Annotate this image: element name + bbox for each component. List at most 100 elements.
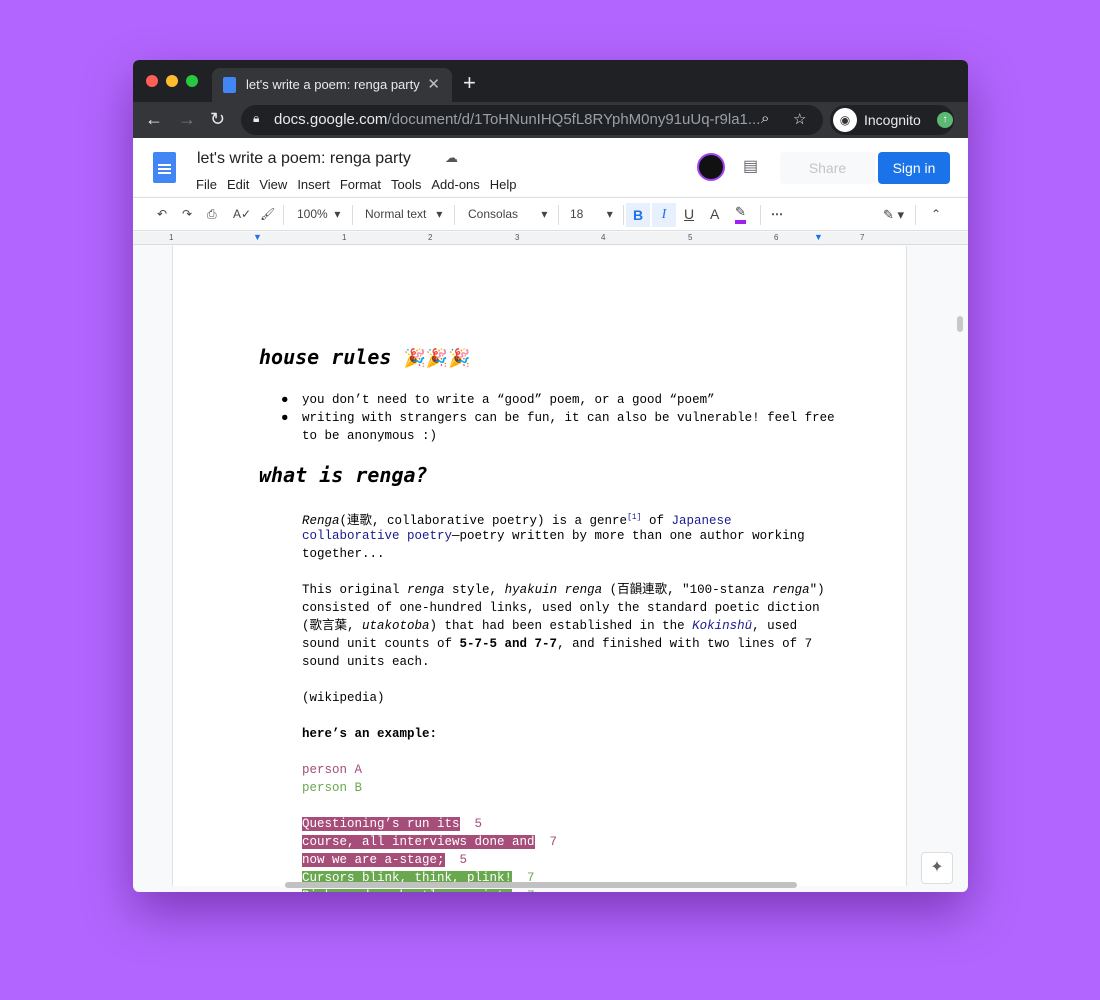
print-icon[interactable]: ⎙ bbox=[207, 207, 217, 222]
user-avatar[interactable] bbox=[697, 153, 725, 181]
ruler-label: 7 bbox=[860, 233, 865, 242]
text-run: —poetry written by more than one author … bbox=[452, 529, 805, 543]
horizontal-scrollbar[interactable] bbox=[285, 882, 797, 888]
ruler-label: 5 bbox=[688, 233, 693, 242]
vertical-scrollbar[interactable] bbox=[957, 316, 963, 332]
explore-button[interactable]: ✦ bbox=[921, 852, 953, 884]
text-line: This original renga style, hyakuin renga… bbox=[302, 581, 825, 599]
ruler-label: 2 bbox=[428, 233, 433, 242]
url-path: /document/d/1ToHNunIHQ5fL8RYphM0ny91uUq-… bbox=[387, 111, 761, 128]
redo-icon[interactable]: ↷ bbox=[182, 207, 192, 221]
menu-add-ons[interactable]: Add-ons bbox=[431, 177, 479, 192]
document-page[interactable]: house rules 🎉🎉🎉 what is renga? ● you don’… bbox=[172, 246, 907, 892]
text-line: here’s an example: bbox=[302, 725, 437, 743]
text-run: , and finished with two lines of 7 bbox=[557, 637, 813, 651]
text-line: person B bbox=[302, 779, 362, 797]
bullet-icon: ● bbox=[281, 411, 289, 425]
party-popper-emoji: 🎉🎉🎉 bbox=[403, 348, 471, 369]
right-indent-marker[interactable]: ▼ bbox=[814, 232, 823, 242]
link[interactable]: Kokinshū bbox=[692, 619, 752, 633]
incognito-badge[interactable]: ◉ Incognito bbox=[830, 105, 954, 135]
collapse-toolbar-icon[interactable]: ⌃ bbox=[931, 207, 941, 221]
forward-icon[interactable]: → bbox=[178, 109, 196, 130]
address-bar-row: ← → ↻ 🔒︎ docs.google.com/document/d/1ToH… bbox=[133, 102, 968, 138]
font-select[interactable]: Consolas ▾ bbox=[468, 207, 547, 221]
menu-insert[interactable]: Insert bbox=[297, 177, 330, 192]
menu-tools[interactable]: Tools bbox=[391, 177, 421, 192]
text-run: ") bbox=[809, 583, 825, 597]
text-run: Pink, and a ghostly remaint. bbox=[302, 889, 513, 892]
text-color-button[interactable]: A bbox=[710, 206, 719, 222]
docs-header: let's write a poem: renga party ☁ File Ed… bbox=[133, 138, 968, 196]
close-window-button[interactable] bbox=[146, 75, 158, 87]
menu-edit[interactable]: Edit bbox=[227, 177, 249, 192]
text-run: person B bbox=[302, 781, 363, 795]
undo-icon[interactable]: ↶ bbox=[157, 207, 167, 221]
text-run[interactable]: [1] bbox=[627, 513, 641, 522]
ruler[interactable]: ▼ ▼ 1 1 2 3 4 5 6 7 bbox=[133, 232, 968, 245]
docs-logo-icon[interactable] bbox=[153, 152, 176, 183]
italic-button[interactable]: I bbox=[652, 203, 676, 227]
underline-button[interactable]: U bbox=[684, 206, 694, 222]
text-run: 7 bbox=[512, 889, 535, 892]
text-run: 7 bbox=[534, 835, 558, 849]
zoom-search-icon[interactable]: ⌕ bbox=[761, 110, 769, 127]
left-indent-marker[interactable]: ▼ bbox=[253, 232, 262, 242]
text-run: sound units each. bbox=[302, 655, 430, 669]
menu-view[interactable]: View bbox=[259, 177, 287, 192]
text-line: together... bbox=[302, 545, 385, 563]
text-run: (wikipedia) bbox=[302, 691, 385, 705]
close-tab-icon[interactable]: ✕ bbox=[427, 75, 440, 93]
more-options-icon[interactable]: ⋯ bbox=[771, 207, 783, 221]
back-icon[interactable]: ← bbox=[145, 109, 163, 130]
link[interactable]: collaborative poetry bbox=[302, 529, 452, 543]
text-line: now we are a-stage; 5 bbox=[302, 851, 467, 869]
sign-in-button[interactable]: Sign in bbox=[878, 152, 950, 184]
share-button[interactable]: Share bbox=[780, 152, 875, 184]
style-select[interactable]: Normal text ▾ bbox=[365, 207, 442, 221]
incognito-icon: ◉ bbox=[833, 108, 857, 132]
bookmark-star-icon[interactable]: ☆ bbox=[793, 110, 806, 128]
menu-file[interactable]: File bbox=[196, 177, 217, 192]
zoom-select[interactable]: 100% ▾ bbox=[297, 207, 340, 221]
new-tab-button[interactable]: + bbox=[463, 70, 476, 96]
text-run: utakotoba bbox=[362, 619, 430, 633]
minimize-window-button[interactable] bbox=[166, 75, 178, 87]
url-host: docs.google.com bbox=[274, 111, 388, 128]
paint-format-icon[interactable]: 🖌︎ bbox=[260, 207, 275, 221]
bullet-item: to be anonymous :) bbox=[302, 429, 438, 443]
spellcheck-icon[interactable]: A✓ bbox=[233, 207, 251, 221]
text-run: sound unit counts of bbox=[302, 637, 460, 651]
title-bar: let's write a poem: renga party ✕ + bbox=[133, 60, 968, 102]
update-icon[interactable]: ↑ bbox=[937, 112, 953, 128]
document-title[interactable]: let's write a poem: renga party bbox=[197, 150, 411, 168]
maximize-window-button[interactable] bbox=[186, 75, 198, 87]
bold-button[interactable]: B bbox=[626, 203, 650, 227]
text-run: style, bbox=[444, 583, 505, 597]
ruler-label: 6 bbox=[774, 233, 779, 242]
text-run: (百韻連歌, "100-stanza bbox=[602, 583, 773, 597]
text-run: 5 bbox=[444, 853, 468, 867]
text-run: (歌言葉, bbox=[302, 619, 363, 633]
heading-what-is-renga: what is renga? bbox=[259, 463, 428, 487]
font-size-select[interactable]: 18 ▾ bbox=[570, 207, 613, 221]
text-run: consisted of one-hundred links, used onl… bbox=[302, 601, 820, 615]
reload-icon[interactable]: ↻ bbox=[210, 109, 225, 130]
menu-help[interactable]: Help bbox=[490, 177, 517, 192]
text-line: Renga(連歌, collaborative poetry) is a gen… bbox=[302, 509, 732, 528]
highlight-color-icon[interactable]: ✎ bbox=[735, 204, 746, 224]
cloud-saved-icon[interactable]: ☁ bbox=[445, 150, 458, 166]
text-line: person A bbox=[302, 761, 362, 779]
editing-mode-icon[interactable]: ✎ ▾ bbox=[883, 207, 904, 223]
bullet-icon: ● bbox=[281, 393, 289, 407]
url-input[interactable]: 🔒︎ docs.google.com/document/d/1ToHNunIHQ… bbox=[241, 105, 823, 135]
menu-format[interactable]: Format bbox=[340, 177, 381, 192]
text-run: Questioning’s run its bbox=[302, 817, 460, 831]
text-run: 5-7-5 and 7-7 bbox=[459, 637, 558, 651]
bullet-item: writing with strangers can be fun, it ca… bbox=[302, 411, 835, 425]
text-run: here’s an example: bbox=[302, 727, 438, 741]
text-line: consisted of one-hundred links, used onl… bbox=[302, 599, 820, 617]
comments-icon[interactable]: ▤ bbox=[743, 156, 758, 176]
text-run: hyakuin renga bbox=[504, 583, 603, 597]
browser-tab[interactable]: let's write a poem: renga party ✕ bbox=[212, 68, 452, 102]
